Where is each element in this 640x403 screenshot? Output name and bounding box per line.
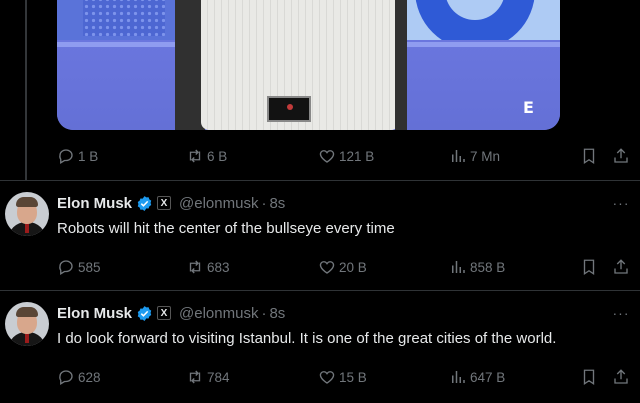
view-count: 7 Mn — [470, 148, 501, 164]
repost-button[interactable]: 683 — [186, 256, 230, 278]
bookmark-icon — [583, 369, 595, 386]
view-count: 647 B — [470, 369, 506, 385]
tweet-action-bar: 628 784 15 B 647 B — [57, 366, 637, 388]
reply-count: 585 — [78, 259, 101, 275]
more-options-icon[interactable]: ··· — [611, 303, 631, 323]
thread-connector-line — [25, 0, 27, 180]
tweet-header: Elon Musk X @elonmusk · 8s — [57, 303, 285, 323]
affiliate-x-icon: X — [157, 306, 172, 320]
bookmark-icon — [583, 148, 595, 165]
post-timestamp[interactable]: 8s — [269, 195, 285, 212]
like-count: 20 B — [339, 259, 367, 275]
repost-icon — [189, 370, 201, 384]
share-icon — [614, 148, 628, 163]
views-button[interactable]: 858 B — [449, 256, 505, 278]
bookmark-button[interactable] — [580, 366, 598, 388]
author-name[interactable]: Elon Musk — [57, 195, 132, 212]
verified-badge-icon — [137, 195, 152, 211]
bookmark-button[interactable] — [580, 145, 598, 167]
heart-icon — [319, 371, 335, 384]
repost-button[interactable]: 784 — [186, 366, 230, 388]
share-button[interactable] — [612, 145, 630, 167]
repost-icon — [189, 260, 201, 274]
tweet-text: I do look forward to visiting Istanbul. … — [57, 330, 557, 347]
share-icon — [614, 259, 628, 274]
views-icon — [452, 150, 465, 162]
more-options-icon[interactable]: ··· — [611, 193, 631, 213]
media-watermark-logo: E — [523, 98, 534, 117]
timeline-feed: E 1 B 6 B 121 B 7 Mn Elon Musk X @elonmu… — [0, 0, 640, 403]
top-post-action-bar: 1 B 6 B 121 B 7 Mn — [57, 145, 637, 167]
repost-count: 6 B — [207, 148, 228, 164]
repost-count: 683 — [207, 259, 230, 275]
affiliate-x-icon: X — [157, 196, 172, 210]
avatar[interactable] — [5, 302, 49, 346]
reply-icon — [59, 149, 73, 164]
tweet-header: Elon Musk X @elonmusk · 8s — [57, 193, 285, 213]
share-button[interactable] — [612, 256, 630, 278]
like-count: 121 B — [339, 148, 375, 164]
repost-icon — [189, 149, 201, 163]
like-button[interactable]: 15 B — [318, 366, 367, 388]
share-icon — [614, 369, 628, 384]
views-button[interactable]: 647 B — [449, 366, 505, 388]
reply-count: 628 — [78, 369, 101, 385]
reply-icon — [59, 370, 73, 385]
repost-button[interactable]: 6 B — [186, 145, 227, 167]
share-button[interactable] — [612, 366, 630, 388]
like-button[interactable]: 121 B — [318, 145, 374, 167]
tweet-article[interactable]: Elon Musk X @elonmusk · 8s ··· I do look… — [0, 291, 640, 403]
heart-icon — [319, 261, 335, 274]
view-count: 858 B — [470, 259, 506, 275]
heart-icon — [319, 150, 335, 163]
views-icon — [452, 261, 465, 273]
reply-button[interactable]: 585 — [57, 256, 101, 278]
views-icon — [452, 371, 465, 383]
post-media-image[interactable]: E — [57, 0, 560, 130]
repost-count: 784 — [207, 369, 230, 385]
verified-badge-icon — [137, 305, 152, 321]
views-button[interactable]: 7 Mn — [449, 145, 500, 167]
reply-count: 1 B — [78, 148, 99, 164]
author-handle[interactable]: @elonmusk — [179, 195, 258, 212]
post-timestamp[interactable]: 8s — [269, 305, 285, 322]
dot-separator: · — [261, 304, 267, 322]
name-badge-graphic — [267, 96, 311, 122]
tweet-text: Robots will hit the center of the bullse… — [57, 220, 395, 237]
reply-icon — [59, 260, 73, 275]
reply-button[interactable]: 628 — [57, 366, 101, 388]
bookmark-icon — [583, 259, 595, 276]
tweet-action-bar: 585 683 20 B 858 B — [57, 256, 637, 278]
bookmark-button[interactable] — [580, 256, 598, 278]
reply-button[interactable]: 1 B — [57, 145, 98, 167]
like-button[interactable]: 20 B — [318, 256, 367, 278]
author-name[interactable]: Elon Musk — [57, 305, 132, 322]
dot-separator: · — [261, 194, 267, 212]
author-handle[interactable]: @elonmusk — [179, 305, 258, 322]
tweet-article[interactable]: Elon Musk X @elonmusk · 8s ··· Robots wi… — [0, 181, 640, 290]
like-count: 15 B — [339, 369, 367, 385]
avatar[interactable] — [5, 192, 49, 236]
